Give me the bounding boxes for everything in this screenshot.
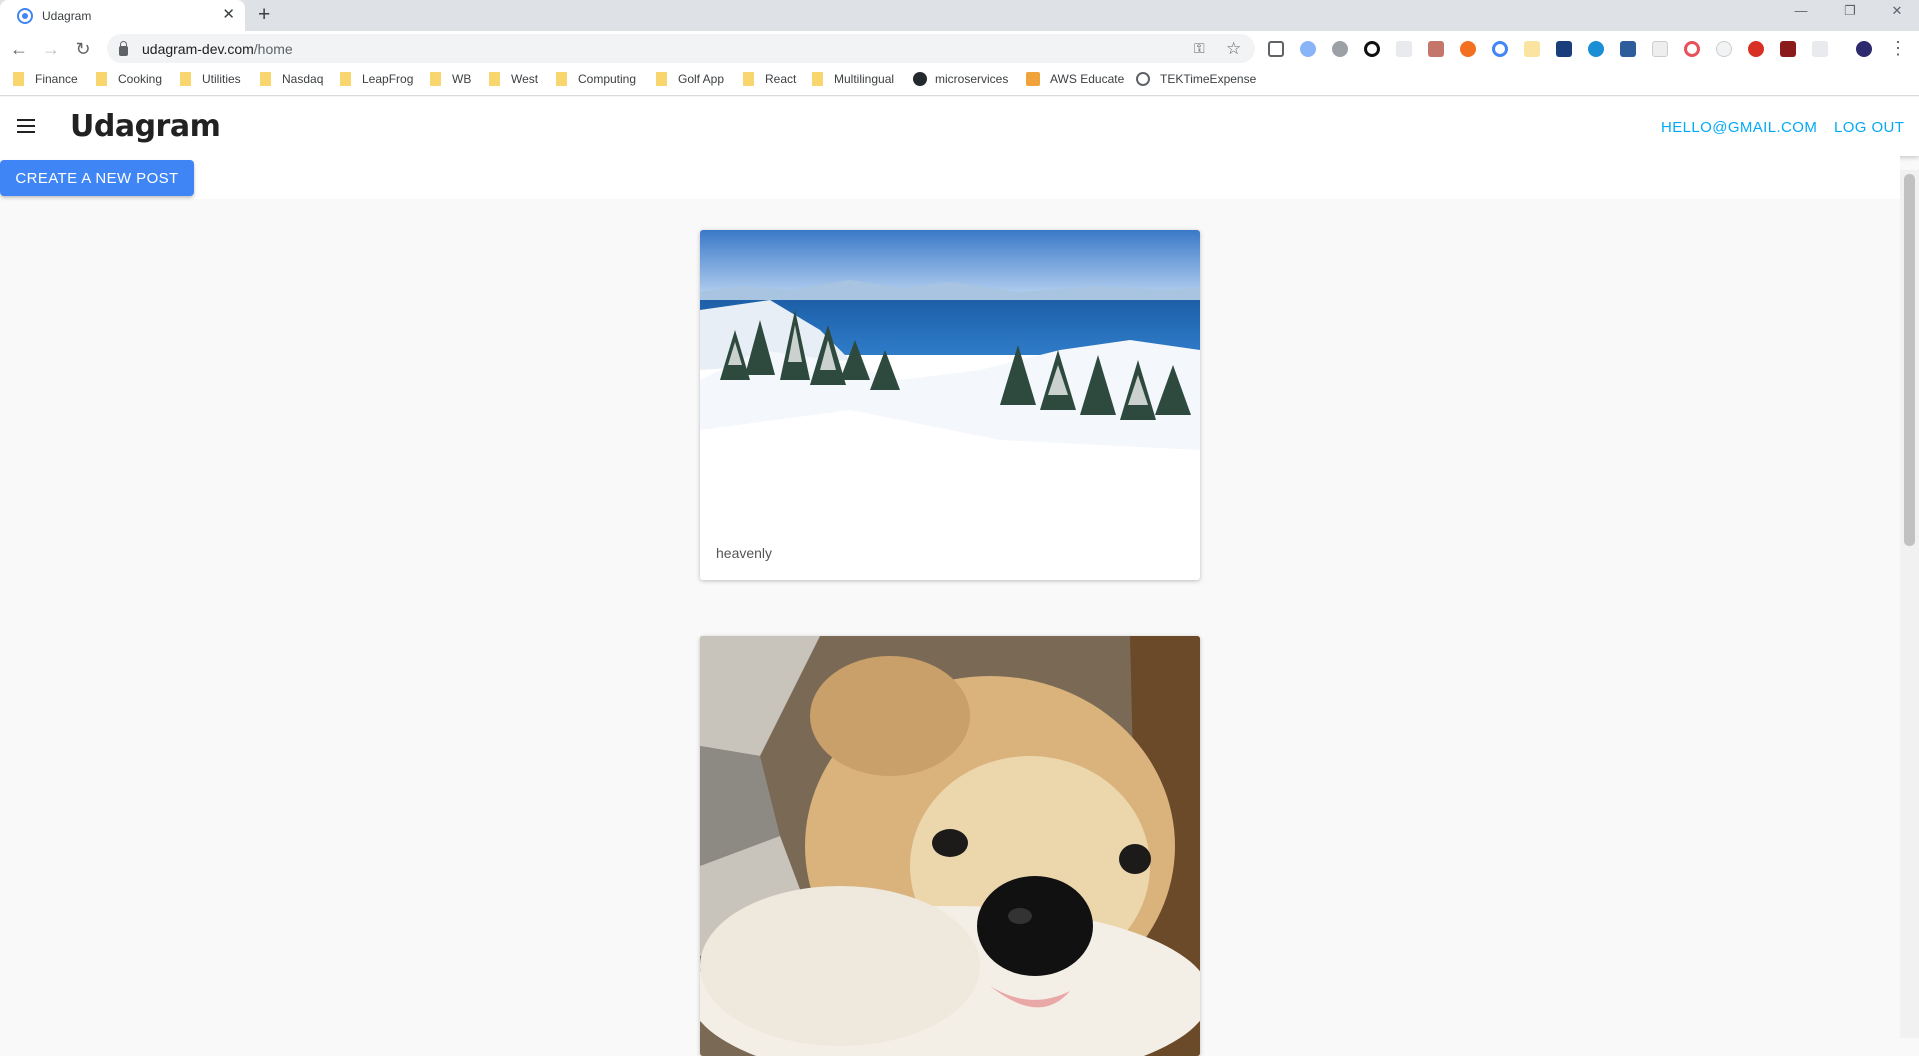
new-tab-icon[interactable]: + <box>258 3 270 27</box>
bookmark-label: Utilities <box>202 72 241 86</box>
folder-icon <box>13 72 24 86</box>
udagram-favicon-icon <box>17 7 33 24</box>
url-path: /home <box>253 40 293 57</box>
circle-extension-icon[interactable] <box>1332 41 1348 57</box>
bookmark-wb[interactable]: WB <box>430 72 471 86</box>
bookmark-aws-educate[interactable]: AWS Educate <box>1026 72 1124 86</box>
close-tab-icon[interactable]: ✕ <box>222 7 235 23</box>
bookmark-star-icon[interactable]: ☆ <box>1226 34 1241 63</box>
bookmark-golf-app[interactable]: Golf App <box>656 72 724 86</box>
cloud-extension-icon[interactable] <box>1300 41 1316 57</box>
folder-icon <box>340 72 351 86</box>
bookmark-label: LeapFrog <box>362 72 414 86</box>
folder-icon <box>656 72 667 86</box>
bookmark-nasdaq[interactable]: Nasdaq <box>260 72 323 86</box>
bookmark-label: Finance <box>35 72 78 86</box>
folder-icon <box>812 72 823 86</box>
key-icon[interactable]: ⚿ <box>1194 34 1205 63</box>
post-card <box>700 636 1200 1056</box>
bookmark-label: Multilingual <box>834 72 895 86</box>
back-icon[interactable]: ← <box>6 36 32 62</box>
forward-icon[interactable]: → <box>38 36 64 62</box>
bookmark-multilingual[interactable]: Multilingual <box>812 72 894 86</box>
folder-icon <box>556 72 567 86</box>
profile-avatar-icon[interactable] <box>1856 41 1872 57</box>
maximize-icon[interactable]: ❐ <box>1835 0 1865 24</box>
blue-ring-extension-icon[interactable] <box>1492 41 1508 57</box>
bookmark-finance[interactable]: Finance <box>13 72 78 86</box>
bookmark-west[interactable]: West <box>489 72 538 86</box>
bookmark-label: microservices <box>935 72 1009 86</box>
bookmark-label: Golf App <box>678 72 725 86</box>
folder-icon <box>743 72 754 86</box>
folder-icon <box>260 72 271 86</box>
news-extension-icon[interactable] <box>1620 41 1636 57</box>
reload-icon[interactable]: ↻ <box>70 36 96 62</box>
folder-icon <box>180 72 191 86</box>
ring-extension-icon[interactable] <box>1364 41 1380 57</box>
bookmark-microservices[interactable]: microservices <box>913 72 1008 86</box>
scrollbar-thumb[interactable] <box>1904 174 1915 546</box>
github-icon <box>913 72 927 86</box>
moon-extension-icon[interactable] <box>1716 41 1732 57</box>
bookmark-tektimeexpense[interactable]: TEKTimeExpense <box>1136 72 1256 86</box>
bookmark-label: React <box>765 72 797 86</box>
folder-icon <box>96 72 107 86</box>
mail-extension-icon[interactable] <box>1748 41 1764 57</box>
target-extension-icon[interactable] <box>1684 41 1700 57</box>
browser-menu-icon[interactable]: ⋮ <box>1885 35 1911 61</box>
tab-strip: Udagram ✕ + — ❐ ✕ <box>0 0 1919 31</box>
bookmark-label: AWS Educate <box>1050 72 1125 86</box>
minimize-icon[interactable]: — <box>1786 0 1816 24</box>
menu-icon[interactable] <box>17 119 35 133</box>
logout-link[interactable]: LOG OUT <box>1834 119 1904 136</box>
bookmark-label: WB <box>452 72 472 86</box>
pdf-extension-icon[interactable] <box>1428 41 1444 57</box>
browser-toolbar: ← → ↻ udagram-dev.com/home ⚿ ☆ ⋮ <box>0 31 1919 66</box>
post-feed: heavenly <box>0 199 1900 1056</box>
folder-icon <box>489 72 500 86</box>
post-card: heavenly <box>700 230 1200 580</box>
globe-icon <box>1136 72 1150 86</box>
post-image-puppy <box>700 636 1200 1056</box>
bookmark-react[interactable]: React <box>743 72 796 86</box>
post-caption: heavenly <box>716 545 773 561</box>
shield-extension-icon[interactable] <box>1780 41 1796 57</box>
close-window-icon[interactable]: ✕ <box>1882 0 1912 24</box>
user-email-link[interactable]: HELLO@GMAIL.COM <box>1661 119 1817 136</box>
bookmark-label: Nasdaq <box>282 72 324 86</box>
tab-title: Udagram <box>42 8 92 23</box>
bookmark-extension-icon[interactable] <box>1556 41 1572 57</box>
lock-icon <box>119 40 128 56</box>
app-header: Udagram HELLO@GMAIL.COM LOG OUT <box>0 97 1919 156</box>
address-bar[interactable]: udagram-dev.com/home ⚿ ☆ <box>107 34 1255 63</box>
bookmark-label: Cooking <box>118 72 163 86</box>
create-post-button[interactable]: CREATE A NEW POST <box>0 160 194 196</box>
browser-tab[interactable]: Udagram ✕ <box>0 0 245 31</box>
bookmark-utilities[interactable]: Utilities <box>180 72 241 86</box>
bookmark-leapfrog[interactable]: LeapFrog <box>340 72 413 86</box>
r-extension-icon[interactable] <box>1524 41 1540 57</box>
w-extension-icon[interactable] <box>1812 41 1828 57</box>
app-brand[interactable]: Udagram <box>70 109 221 144</box>
url-host: udagram-dev.com <box>142 40 254 57</box>
orange-extension-icon[interactable] <box>1460 41 1476 57</box>
post-image-mountain <box>700 230 1200 526</box>
grid-extension-icon[interactable] <box>1396 41 1412 57</box>
screenshot-extension-icon[interactable] <box>1268 41 1284 57</box>
folder-icon <box>430 72 441 86</box>
bookmarks-bar: Finance Cooking Utilities Nasdaq LeapFro… <box>0 66 1919 96</box>
drop-extension-icon[interactable] <box>1588 41 1604 57</box>
bookmark-computing[interactable]: Computing <box>556 72 636 86</box>
aws-cube-icon <box>1026 72 1040 86</box>
bookmark-label: TEKTimeExpense <box>1160 72 1257 86</box>
bookmark-label: West <box>511 72 539 86</box>
action-bar <box>0 156 1900 199</box>
bookmark-label: Computing <box>578 72 637 86</box>
bookmark-cooking[interactable]: Cooking <box>96 72 162 86</box>
blank-extension-icon[interactable] <box>1652 41 1668 57</box>
